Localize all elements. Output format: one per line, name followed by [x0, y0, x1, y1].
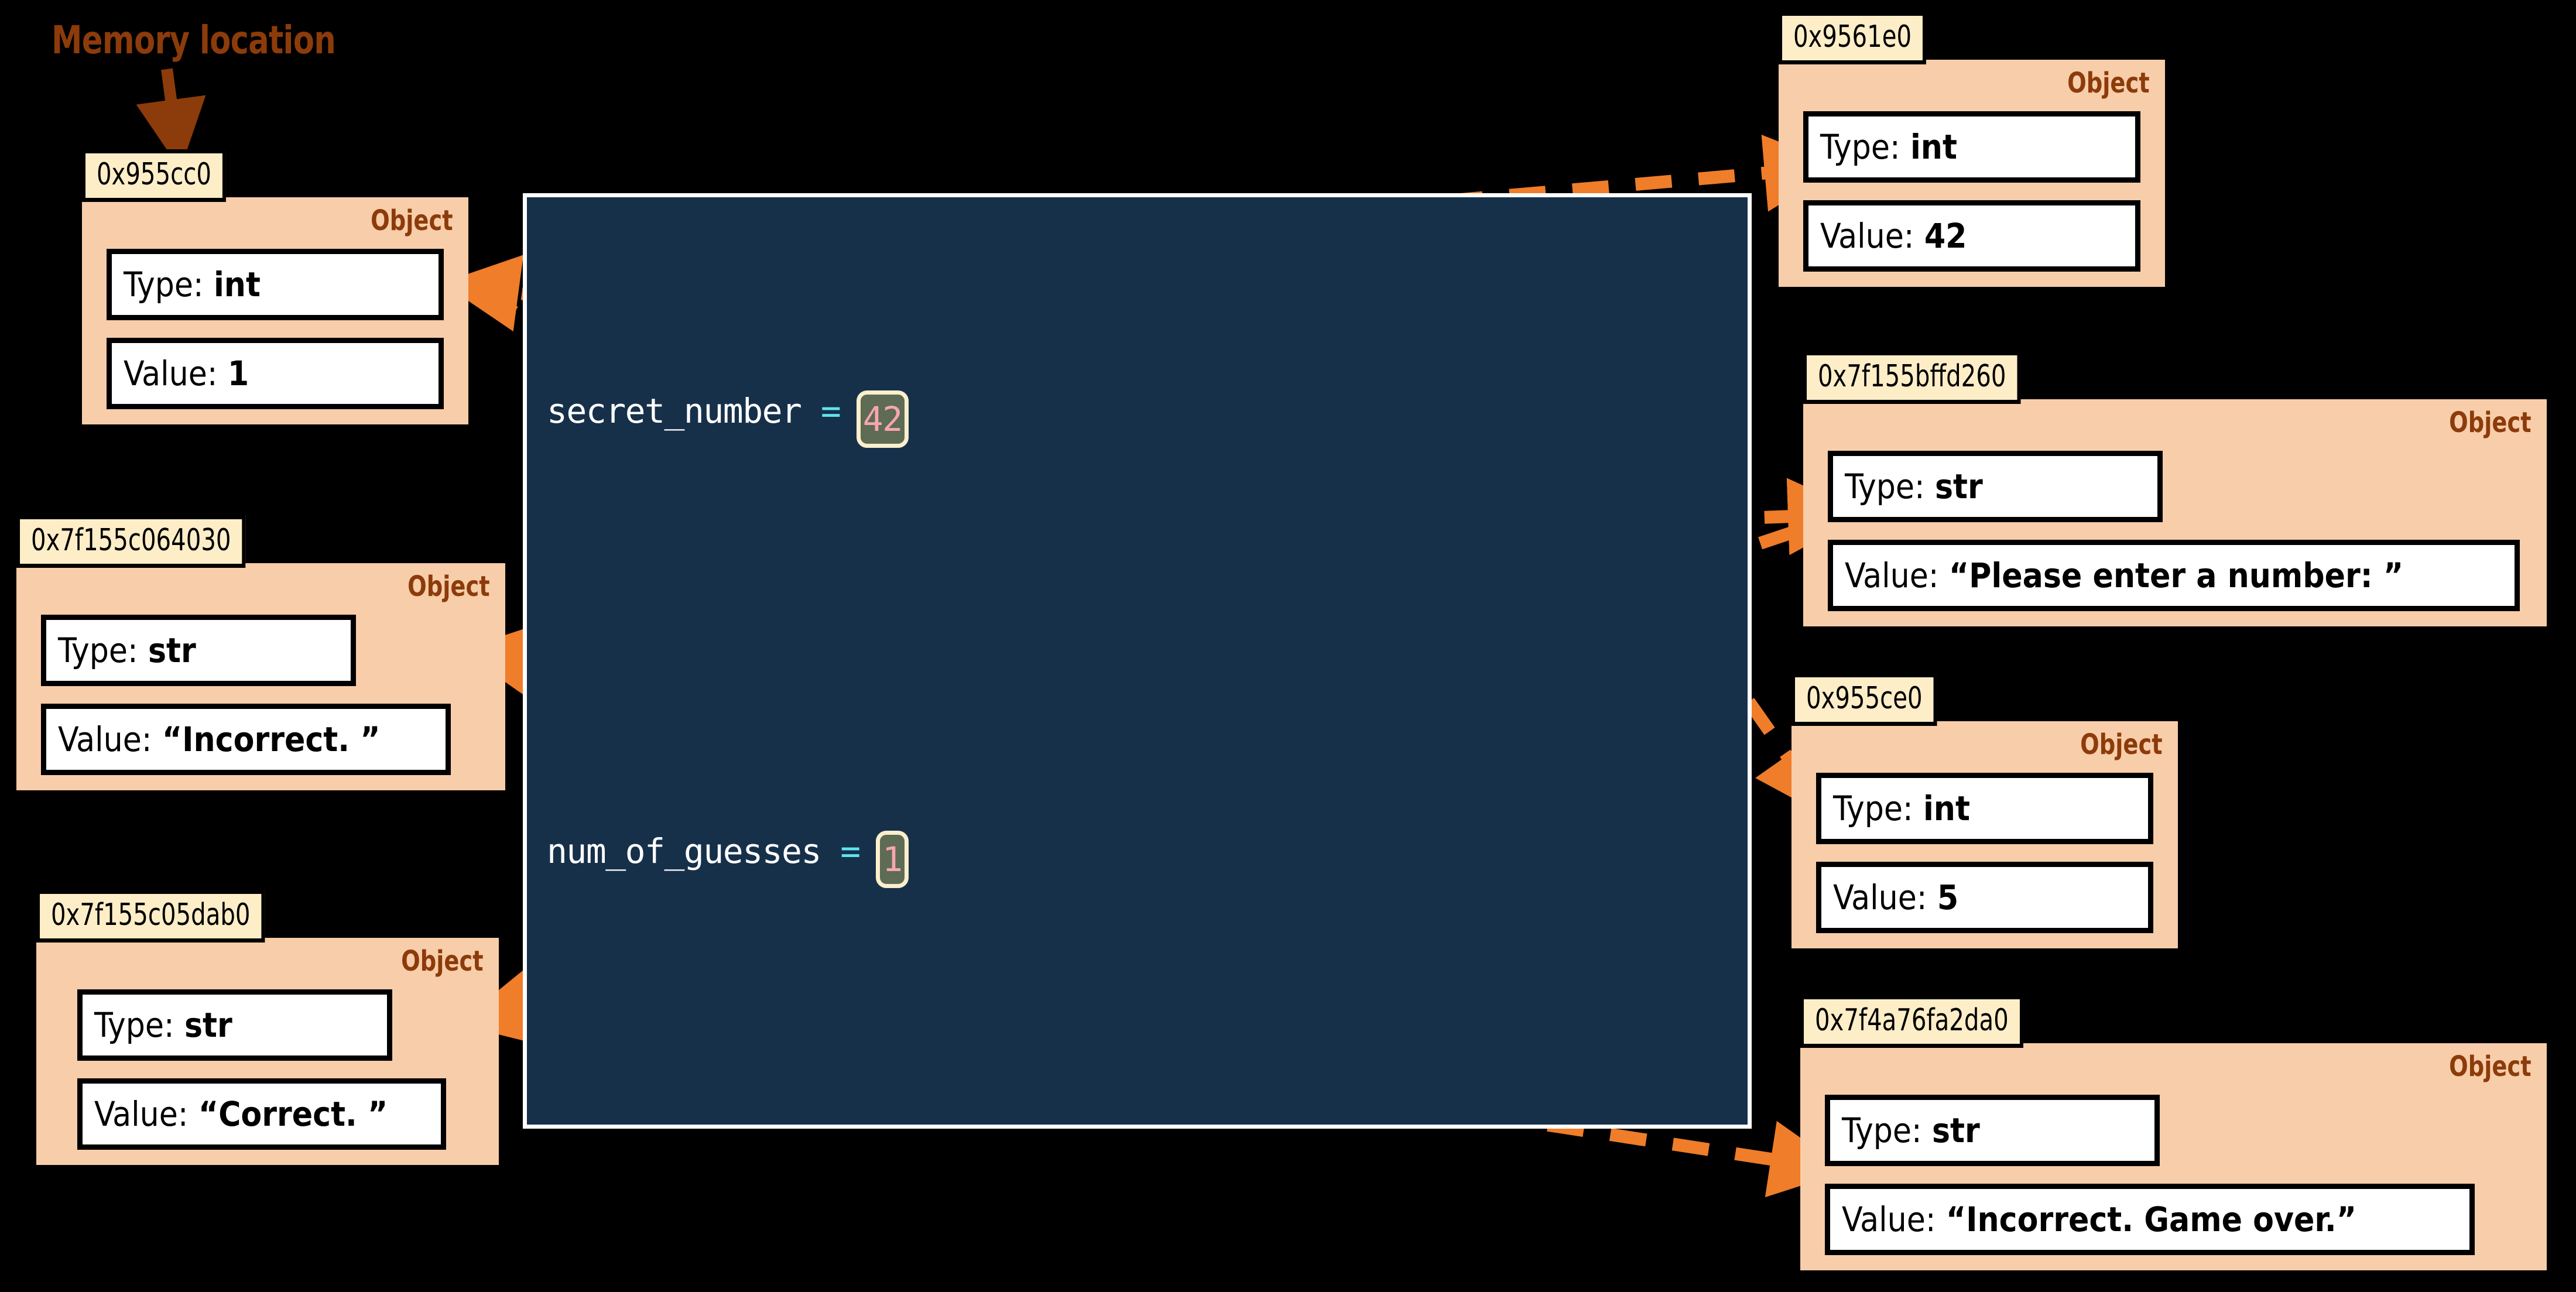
- object-value-field: Value: “Incorrect. Game over.”: [1825, 1184, 2475, 1255]
- object-body: Object Type: str Value: “Please enter a …: [1803, 399, 2547, 626]
- memory-location-arrow: [136, 68, 206, 170]
- object-badge: Object: [407, 570, 490, 603]
- token-operator: =: [840, 831, 861, 871]
- object-badge: Object: [2067, 67, 2150, 100]
- object-card-955cc0: Object Type: int Value: 1 0x955cc0: [82, 149, 468, 424]
- value-label: Value:: [1833, 878, 1927, 917]
- diagram-canvas: Memory location Object Type: int Value: …: [0, 0, 2576, 1292]
- value-value: 42: [1924, 216, 1967, 256]
- type-value: int: [213, 265, 261, 304]
- value-label: Value:: [124, 354, 218, 393]
- object-type-field: Type: str: [41, 615, 356, 686]
- object-card-9561e0: Object Type: int Value: 42 0x9561e0: [1779, 12, 2165, 287]
- value-value: “Incorrect. Game over.”: [1945, 1200, 2357, 1239]
- object-card-7f155c05dab0: Object Type: str Value: “Correct. ” 0x7f…: [36, 890, 499, 1165]
- object-type-field: Type: str: [1828, 451, 2163, 522]
- code-line-1: secret_number = 42: [547, 383, 1748, 448]
- type-label: Type:: [1842, 1111, 1922, 1150]
- object-type-field: Type: int: [1803, 111, 2140, 183]
- object-type-field: Type: str: [1825, 1095, 2160, 1166]
- code-editor-panel: secret_number = 42 num_of_guesses = 1 # …: [523, 193, 1752, 1129]
- object-card-7f4a76fa2da0: Object Type: str Value: “Incorrect. Game…: [1800, 995, 2547, 1270]
- type-label: Type:: [58, 630, 138, 670]
- object-badge: Object: [401, 945, 484, 978]
- object-value-field: Value: 5: [1816, 862, 2153, 933]
- value-value: “Correct. ”: [198, 1094, 388, 1134]
- code-content: secret_number = 42 num_of_guesses = 1 # …: [547, 218, 1748, 1125]
- memory-address-tag: 0x7f4a76fa2da0: [1800, 995, 2023, 1048]
- object-card-955ce0: Object Type: int Value: 5 0x955ce0: [1791, 673, 2178, 948]
- object-body: Object Type: int Value: 42: [1779, 60, 2165, 287]
- value-label: Value:: [94, 1094, 189, 1134]
- type-value: str: [1931, 1111, 1980, 1150]
- type-label: Type:: [1820, 127, 1900, 167]
- object-badge: Object: [2080, 728, 2163, 761]
- object-type-field: Type: int: [1816, 773, 2153, 844]
- object-card-7f155bffd260: Object Type: str Value: “Please enter a …: [1803, 351, 2547, 626]
- value-label: Value:: [1820, 216, 1914, 256]
- memory-location-label: Memory location: [52, 18, 336, 63]
- type-label: Type:: [1833, 789, 1913, 828]
- object-badge: Object: [2449, 1050, 2532, 1083]
- value-label: Value:: [58, 719, 152, 759]
- type-label: Type:: [94, 1005, 174, 1045]
- object-type-field: Type: int: [107, 249, 444, 320]
- value-label: Value:: [1842, 1200, 1936, 1239]
- object-body: Object Type: str Value: “Incorrect. Game…: [1800, 1043, 2547, 1270]
- object-value-field: Value: 42: [1803, 200, 2140, 272]
- object-body: Object Type: int Value: 1: [82, 197, 468, 424]
- object-value-field: Value: “Correct. ”: [77, 1078, 446, 1150]
- memory-address-tag: 0x955cc0: [82, 149, 226, 202]
- memory-address-tag: 0x7f155bffd260: [1803, 351, 2021, 404]
- object-type-field: Type: str: [77, 989, 392, 1061]
- memory-address-tag: 0x9561e0: [1779, 12, 1926, 64]
- memory-address-tag: 0x7f155c064030: [16, 515, 246, 568]
- type-value: str: [184, 1005, 232, 1045]
- code-line-3: num_of_guesses = 1: [547, 824, 1748, 888]
- object-badge: Object: [2449, 406, 2532, 439]
- token-number: 42: [862, 399, 903, 439]
- type-value: str: [148, 630, 196, 670]
- object-value-field: Value: 1: [107, 338, 444, 409]
- token-identifier: num_of_guesses: [547, 831, 821, 871]
- object-body: Object Type: int Value: 5: [1791, 721, 2178, 948]
- memory-address-tag: 0x7f155c05dab0: [36, 890, 265, 943]
- object-card-7f155c064030: Object Type: str Value: “Incorrect. ” 0x…: [16, 515, 505, 790]
- type-label: Type:: [124, 265, 204, 304]
- object-badge: Object: [371, 204, 453, 237]
- value-value: 1: [227, 354, 249, 393]
- object-value-field: Value: “Please enter a number: ”: [1828, 540, 2520, 611]
- type-label: Type:: [1845, 467, 1925, 506]
- token-operator: =: [820, 391, 841, 431]
- highlight-literal-1: 1: [876, 831, 909, 888]
- token-number: 1: [882, 839, 903, 879]
- value-value: 5: [1937, 878, 1959, 917]
- value-value: “Incorrect. ”: [162, 719, 381, 759]
- type-value: int: [1923, 789, 1970, 828]
- type-value: str: [1934, 467, 1983, 506]
- value-label: Value:: [1845, 556, 1939, 595]
- type-value: int: [1910, 127, 1957, 167]
- highlight-literal-42: 42: [856, 390, 909, 448]
- object-body: Object Type: str Value: “Correct. ”: [36, 938, 499, 1165]
- value-value: “Please enter a number: ”: [1948, 556, 2404, 595]
- object-value-field: Value: “Incorrect. ”: [41, 704, 451, 775]
- token-identifier: secret_number: [547, 391, 802, 431]
- object-body: Object Type: str Value: “Incorrect. ”: [16, 563, 505, 790]
- memory-address-tag: 0x955ce0: [1791, 673, 1937, 726]
